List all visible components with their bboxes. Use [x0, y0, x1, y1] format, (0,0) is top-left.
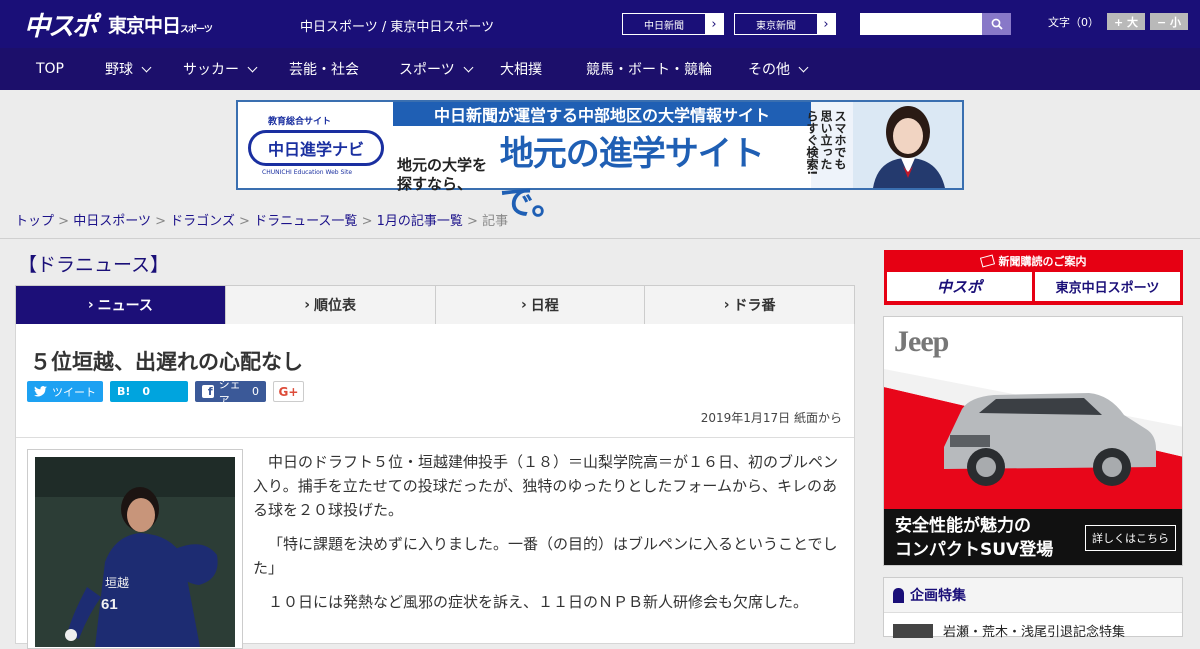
nav-soccer[interactable]: サッカー — [178, 48, 283, 90]
article-paragraph: 「特に課題を決めずに入りました。一番（の目的）はブルペンに入るということでした」 — [253, 535, 838, 577]
nav-keiba[interactable]: 競馬・ボート・競輪 — [581, 48, 747, 90]
facebook-icon: f — [202, 385, 214, 398]
social-buttons: ツイート B! 0 f シェア 0 G+ — [27, 378, 304, 407]
breadcrumb-dragons[interactable]: ドラゴンズ — [170, 214, 235, 229]
jeep-logo: Jeep — [894, 325, 949, 358]
divider — [16, 437, 854, 438]
arrow-right-icon: › — [817, 14, 835, 34]
hatena-icon: B! — [117, 385, 131, 398]
twitter-bird-icon — [34, 386, 47, 397]
logo-tokyo-chunichi: 東京中日スポーツ — [108, 14, 213, 37]
site-search — [860, 13, 1011, 35]
search-button[interactable] — [982, 13, 1011, 35]
arrow-right-icon: › — [705, 14, 723, 34]
ad-logo-block: 教育総合サイト 中日進学ナビ CHUNICHI Education Web Si… — [238, 102, 393, 188]
jeep-ad[interactable]: Jeep 安全性能が魅力の コンパクトSUV登場 詳しくはこちら — [883, 316, 1183, 566]
chevron-down-icon — [798, 62, 809, 72]
feature-box: 企画特集 岩瀬・荒木・浅尾引退記念特集 — [883, 577, 1183, 640]
article-body: 中日のドラフト５位・垣越建伸投手（１８）＝山梨学院高＝が１６日、初のブルペン入り… — [253, 450, 846, 624]
hatena-bookmark-button[interactable]: B! 0 — [110, 381, 188, 402]
subscribe-tokyo-chunichi-button[interactable]: 東京中日スポーツ — [1035, 272, 1180, 301]
divider — [0, 238, 1200, 239]
breadcrumb-dra-news-list[interactable]: ドラニュース一覧 — [254, 214, 357, 229]
jeep-ad-caption: 安全性能が魅力の コンパクトSUV登場 詳しくはこちら — [884, 509, 1182, 565]
feature-title: 企画特集 — [884, 578, 1182, 613]
ad-headline: 中日新聞が運営する中部地区の大学情報サイト — [393, 102, 811, 126]
section-title: 【ドラニュース】 — [18, 254, 170, 276]
feature-thumbnail — [893, 623, 933, 638]
breadcrumb-current: 記事 — [482, 214, 509, 229]
article: ５位垣越、出遅れの心配なし ツイート B! 0 f シェア 0 G+ 2019年… — [15, 324, 855, 649]
chevron-down-icon — [463, 62, 474, 72]
tab-news[interactable]: › ニュース — [16, 286, 225, 331]
main-nav: TOP 野球 サッカー 芸能・社会 スポーツ 大相撲 競馬・ボート・競輪 その他 — [0, 48, 1200, 90]
svg-text:垣越: 垣越 — [105, 576, 129, 590]
ad-vertical-copy: スマホでも思い立ったらすぐ検索! — [805, 110, 847, 176]
tab-standings[interactable]: › 順位表 — [224, 286, 435, 324]
ad-logo: 中日進学ナビ — [248, 130, 384, 166]
chevron-down-icon — [247, 62, 258, 72]
site-logo[interactable]: 中スポ 東京中日スポーツ — [24, 9, 213, 42]
chevron-right-icon: › — [520, 297, 527, 313]
facebook-count: 0 — [252, 385, 259, 398]
font-bigger-button[interactable]: + 大 — [1107, 13, 1145, 30]
nav-sumo[interactable]: 大相撲 — [499, 48, 581, 90]
article-date: 2019年1月17日 紙面から — [700, 411, 842, 425]
tweet-button[interactable]: ツイート — [27, 381, 103, 402]
article-title: ５位垣越、出遅れの心配なし — [30, 350, 303, 374]
svg-text:61: 61 — [101, 596, 118, 613]
ad-big-copy: 地元の進学サイトで。 — [499, 134, 765, 223]
ad-copy: 中日新聞が運営する中部地区の大学情報サイト 地元の大学を探すなら、 地元の進学サ… — [393, 102, 811, 223]
ad-right: スマホでも思い立ったらすぐ検索! — [805, 102, 962, 188]
nav-others[interactable]: その他 — [747, 48, 847, 90]
tokyo-shimbun-link[interactable]: 東京新聞 › — [734, 13, 836, 35]
chevron-right-icon: › — [723, 297, 730, 313]
tab-draban[interactable]: › ドラ番 — [644, 286, 854, 324]
nav-top[interactable]: TOP — [0, 48, 100, 90]
chevron-down-icon — [141, 62, 152, 72]
chunichi-shimbun-link[interactable]: 中日新聞 › — [622, 13, 724, 35]
nav-entertainment[interactable]: 芸能・社会 — [283, 48, 394, 90]
site-header: 中スポ 東京中日スポーツ 中日スポーツ / 東京中日スポーツ 中日新聞 › 東京… — [0, 0, 1200, 48]
nav-baseball[interactable]: 野球 — [100, 48, 178, 90]
breadcrumb: トップ > 中日スポーツ > ドラゴンズ > ドラニュース一覧 > 1月の記事一… — [15, 214, 509, 229]
ad-subcopy: 地元の大学を探すなら、 — [397, 156, 488, 193]
article-photo[interactable]: 垣越 61 — [27, 449, 243, 649]
jeep-details-button[interactable]: 詳しくはこちら — [1085, 525, 1176, 551]
newspaper-icon — [979, 253, 995, 268]
site-name: 中日スポーツ / 東京中日スポーツ — [300, 20, 495, 35]
section-tabs: › ニュース › 順位表 › 日程 › ドラ番 — [15, 285, 855, 331]
chevron-right-icon: › — [87, 297, 94, 313]
search-input[interactable] — [860, 13, 982, 35]
subscription-box: 新聞購読のご案内 中スポ 東京中日スポーツ — [884, 250, 1183, 305]
article-paragraph: 中日のドラフト５位・垣越建伸投手（１８）＝山梨学院高＝が１６日、初のブルペン入り… — [253, 453, 839, 519]
facebook-share-button[interactable]: f シェア 0 — [195, 378, 266, 407]
subscription-title: 新聞購読のご案内 — [887, 252, 1180, 269]
article-paragraph: １０日には発熱など風邪の症状を訴え、１１日のＮＰＢ新人研修会も欠席した。 — [268, 593, 809, 611]
breadcrumb-january-list[interactable]: 1月の記事一覧 — [377, 214, 463, 229]
logo-chuspo: 中スポ — [24, 11, 98, 42]
google-plus-button[interactable]: G+ — [273, 381, 304, 402]
tab-schedule[interactable]: › 日程 — [434, 286, 645, 324]
breadcrumb-top[interactable]: トップ — [15, 214, 54, 229]
ad-model-photo — [853, 102, 962, 188]
font-size-label: 文字（0） — [1048, 15, 1099, 29]
font-smaller-button[interactable]: − 小 — [1150, 13, 1188, 30]
chevron-right-icon: › — [304, 297, 311, 313]
hatena-count: 0 — [142, 385, 151, 398]
subscribe-chuspo-button[interactable]: 中スポ — [887, 272, 1032, 301]
ribbon-icon — [893, 587, 904, 603]
search-icon — [991, 18, 1003, 30]
pitcher-photo: 垣越 61 — [35, 457, 235, 647]
nav-sports[interactable]: スポーツ — [394, 48, 499, 90]
breadcrumb-chunichi-sports[interactable]: 中日スポーツ — [73, 214, 151, 229]
feature-item[interactable]: 岩瀬・荒木・浅尾引退記念特集 — [884, 613, 1182, 648]
ad-banner-shingaku-navi[interactable]: 教育総合サイト 中日進学ナビ CHUNICHI Education Web Si… — [236, 100, 964, 223]
google-plus-icon: G+ — [278, 384, 299, 399]
font-size-control: 文字（0） + 大 − 小 — [1048, 13, 1188, 30]
